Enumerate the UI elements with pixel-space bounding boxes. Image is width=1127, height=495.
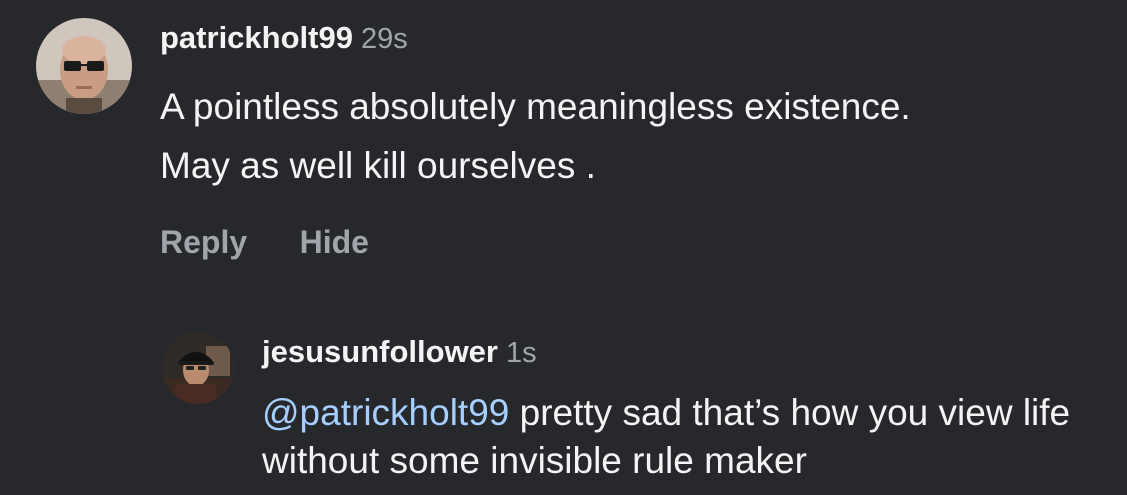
comment-actions: Reply Hide [160, 224, 1080, 261]
username[interactable]: patrickholt99 [160, 20, 353, 55]
timestamp: 29s [360, 23, 408, 55]
comment-body: patrickholt99 29s A pointless absolutely … [160, 18, 1080, 261]
timestamp: 1s [505, 337, 537, 369]
comment-text-line: A pointless absolutely meaningless exist… [160, 86, 911, 127]
avatar[interactable] [36, 18, 132, 114]
username[interactable]: jesusunfollower [262, 334, 498, 369]
mention-link[interactable]: @patrickholt99 [262, 392, 509, 433]
avatar[interactable] [162, 332, 234, 404]
comment-text: A pointless absolutely meaningless exist… [160, 77, 1080, 195]
comment-body: jesusunfollower 1s @patrickholt99 pretty … [262, 332, 1082, 485]
hide-button[interactable]: Hide [300, 224, 369, 261]
comment-header: patrickholt99 29s [160, 18, 1080, 64]
reply-button[interactable]: Reply [160, 224, 247, 261]
comment-text-line: May as well kill ourselves . [160, 145, 596, 186]
avatar-photo [162, 332, 234, 404]
comment-header: jesusunfollower 1s [262, 332, 1082, 378]
comment-text: @patrickholt99 pretty sad that’s how you… [262, 389, 1082, 485]
avatar-photo [36, 18, 132, 114]
